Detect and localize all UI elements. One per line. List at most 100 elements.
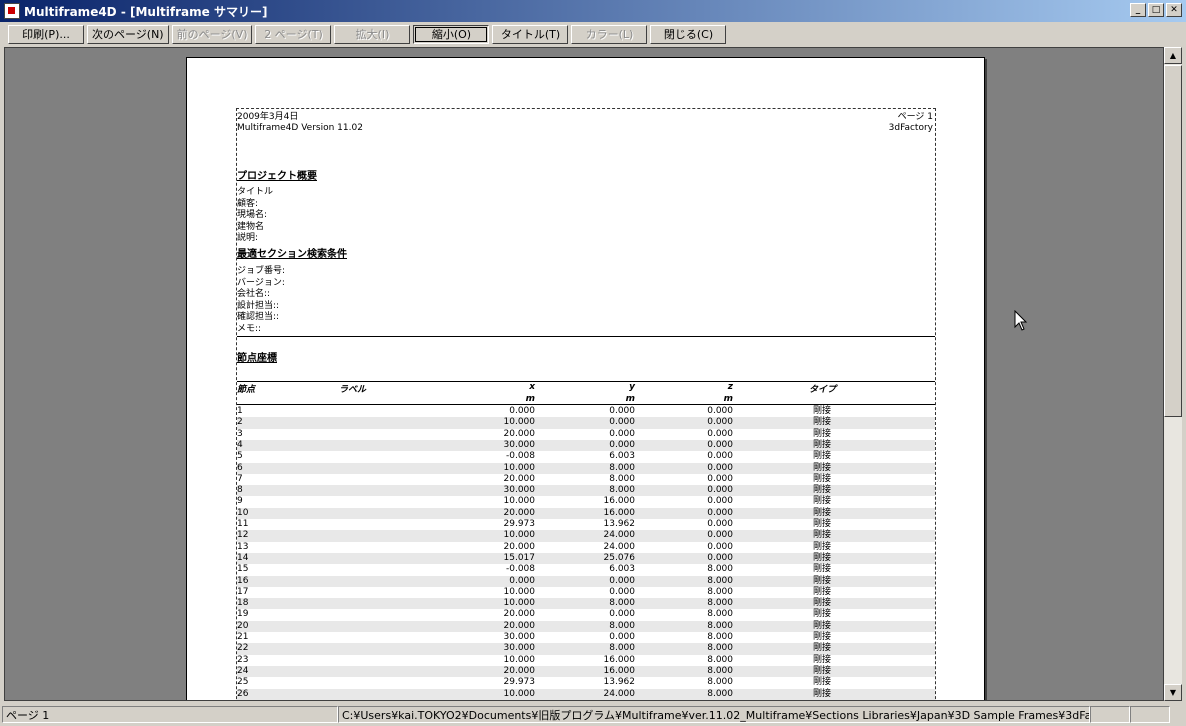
node-type: 剛接	[813, 530, 832, 541]
node-y: 8.000	[609, 485, 635, 496]
col-z-unit: m	[723, 394, 733, 404]
report-file: 3dFactory	[888, 123, 933, 133]
print-preview-area[interactable]: 2009年3月4日 ページ 1 Multiframe4D Version 11.…	[4, 47, 1164, 701]
close-preview-button[interactable]: 閉じる(C)	[650, 24, 727, 44]
col-y: y	[629, 382, 635, 392]
scroll-up-button[interactable]: ▲	[1164, 47, 1182, 64]
node-z: 8.000	[707, 665, 733, 676]
node-z: 0.000	[707, 428, 733, 439]
node-type: 剛接	[813, 609, 832, 620]
node-x: 30.000	[503, 439, 536, 450]
maximize-button[interactable]: □	[1148, 3, 1164, 17]
zoom-in-button[interactable]: 拡大(I)	[334, 24, 411, 44]
node-id: 21	[237, 632, 249, 642]
node-id: 15	[237, 564, 249, 575]
title-button[interactable]: タイトル(T)	[492, 24, 569, 44]
node-type: 剛接	[813, 654, 832, 665]
node-id: 8	[237, 485, 243, 496]
node-type: 剛接	[813, 496, 832, 507]
print-button[interactable]: 印刷(P)...	[8, 24, 84, 44]
table-row: 7 20.000 8.000 0.000 剛接	[237, 474, 935, 485]
table-row: 10 20.000 16.000 0.000 剛接	[237, 507, 935, 519]
table-row: 6 10.000 8.000 0.000 剛接	[237, 462, 935, 474]
node-id: 18	[237, 598, 249, 609]
table-row: 9 10.000 16.000 0.000 剛接	[237, 496, 935, 507]
node-z: 8.000	[707, 609, 733, 620]
node-x: 0.000	[509, 575, 535, 586]
node-type: 剛接	[813, 462, 832, 473]
table-row: 12 10.000 24.000 0.000 剛接	[237, 530, 935, 542]
node-id: 22	[237, 643, 249, 654]
node-id: 24	[237, 665, 249, 676]
scroll-thumb[interactable]	[1164, 65, 1182, 417]
status-cell-empty-2	[1130, 706, 1170, 723]
node-type: 剛接	[813, 428, 832, 439]
node-type: 剛接	[813, 598, 832, 609]
node-type: 剛接	[813, 665, 832, 676]
minimize-button[interactable]: _	[1130, 3, 1146, 17]
col-x-unit: m	[525, 394, 535, 404]
node-z: 0.000	[707, 417, 733, 428]
node-z: 8.000	[707, 632, 733, 642]
node-y: 16.000	[603, 496, 636, 507]
printable-area: 2009年3月4日 ページ 1 Multiframe4D Version 11.…	[236, 108, 936, 700]
color-button[interactable]: カラー(L)	[571, 24, 648, 44]
node-z: 0.000	[707, 406, 733, 416]
node-y: 0.000	[609, 439, 635, 450]
criteria-field-version: バージョン:	[237, 277, 285, 288]
node-y: 8.000	[609, 462, 635, 473]
window-title: Multiframe4D - [Multiframe サマリー]	[24, 4, 268, 19]
node-z: 0.000	[707, 507, 733, 518]
node-id: 14	[237, 552, 249, 563]
criteria-field-company: 会社名::	[237, 289, 271, 299]
prev-page-button[interactable]: 前のページ(V)	[171, 24, 253, 44]
title-bar[interactable]: Multiframe4D - [Multiframe サマリー] _ □ ✕	[0, 0, 1186, 22]
node-x: 0.000	[509, 406, 535, 416]
zoom-out-button[interactable]: 縮小(O)	[413, 24, 490, 44]
node-x: 10.000	[503, 586, 536, 597]
section-divider	[237, 336, 935, 337]
vertical-scrollbar[interactable]: ▲ ▼	[1164, 47, 1182, 701]
node-y: 6.003	[609, 451, 635, 462]
node-id: 4	[237, 439, 243, 450]
node-id: 25	[237, 677, 249, 688]
node-y: 24.000	[603, 541, 636, 552]
two-page-button[interactable]: 2 ページ(T)	[255, 24, 332, 44]
project-field-title: タイトル	[237, 187, 274, 197]
app-icon[interactable]	[4, 3, 20, 19]
node-type: 剛接	[813, 552, 832, 563]
node-y: 8.000	[609, 473, 635, 484]
node-id: 6	[237, 462, 243, 473]
node-type: 剛接	[813, 507, 832, 518]
table-row: 3 20.000 0.000 0.000 剛接	[237, 429, 935, 440]
node-z: 0.000	[707, 519, 733, 529]
project-field-site: 現場名:	[237, 210, 268, 220]
node-id: 2	[237, 417, 243, 428]
node-type: 剛接	[813, 677, 832, 688]
node-z: 0.000	[707, 451, 733, 462]
col-type: タイプ	[809, 385, 837, 395]
node-x: 20.000	[503, 507, 536, 518]
node-x: 20.000	[503, 473, 536, 484]
node-id: 23	[237, 654, 249, 665]
node-z: 0.000	[707, 541, 733, 552]
col-label: ラベル	[339, 385, 367, 395]
node-x: 10.000	[503, 462, 536, 473]
node-x: 20.000	[503, 609, 536, 620]
next-page-button[interactable]: 次のページ(N)	[87, 24, 169, 44]
node-x: -0.008	[505, 451, 535, 462]
node-type: 剛接	[813, 632, 832, 642]
node-z: 8.000	[707, 620, 733, 631]
scroll-down-button[interactable]: ▼	[1164, 684, 1182, 701]
node-y: 0.000	[609, 428, 635, 439]
node-z: 0.000	[707, 462, 733, 473]
node-id: 20	[237, 620, 249, 631]
node-x: 10.000	[503, 598, 536, 609]
node-x: 30.000	[503, 632, 536, 642]
close-button[interactable]: ✕	[1166, 3, 1182, 17]
criteria-field-checker: 確認担当::	[237, 312, 280, 322]
table-header-rule	[237, 404, 935, 405]
report-page-number: ページ 1	[897, 112, 933, 122]
node-x: 30.000	[503, 643, 536, 654]
node-id: 13	[237, 541, 249, 552]
